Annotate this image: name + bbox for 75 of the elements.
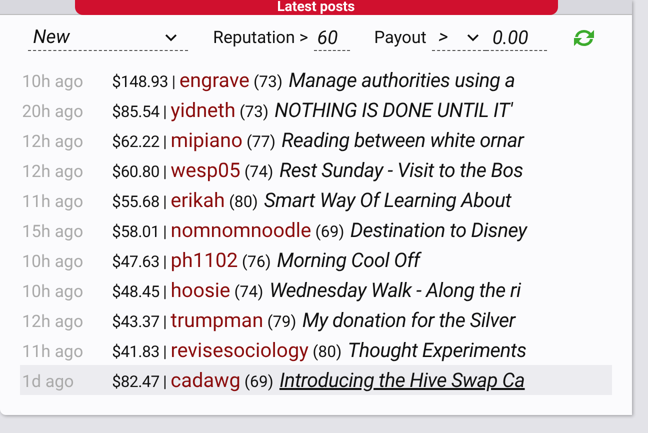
author-reputation: (77)	[246, 131, 276, 153]
chevron-down-icon	[164, 32, 178, 42]
post-payout: $60.80 |	[112, 161, 167, 183]
author-reputation: (69)	[244, 371, 274, 393]
post-title-link[interactable]: Destination to Disney	[350, 215, 527, 245]
author-link[interactable]: engrave	[179, 65, 250, 95]
author-reputation: (74)	[244, 161, 274, 183]
highlighted-row[interactable]: 1d ago $82.47 | cadawg (69) Introducing the Hive Swap Ca	[20, 365, 612, 395]
post-time: 11h ago	[22, 341, 84, 364]
post-title-link[interactable]: Thought Experiments	[348, 335, 526, 365]
post-title-link[interactable]: Manage authorities using a	[288, 65, 516, 95]
post-payout: $62.22 |	[112, 131, 167, 153]
post-row[interactable]: 11h ago $55.68 | erikah (80) Smart Way Of Learning About	[20, 185, 612, 215]
sort-dropdown[interactable]: New	[28, 25, 188, 51]
post-title-link[interactable]: Smart Way Of Learning About	[264, 185, 512, 215]
author-reputation: (69)	[315, 221, 344, 243]
post-title-link[interactable]: Wednesday Walk - Along the ri	[269, 275, 521, 305]
post-payout: $82.47 |	[112, 371, 167, 393]
payout-label: Payout	[374, 27, 426, 50]
post-row[interactable]: 12h ago $43.37 | trumpman (79) My donation for the Silver	[20, 305, 612, 335]
payout-input[interactable]: 0.00	[486, 25, 548, 51]
post-title-link[interactable]: Introducing the Hive Swap Ca	[279, 365, 525, 395]
author-link[interactable]: trumpman	[170, 305, 264, 335]
author-link[interactable]: hoosie	[170, 275, 230, 305]
author-reputation: (73)	[254, 71, 283, 93]
author-link[interactable]: erikah	[170, 185, 225, 215]
author-link[interactable]: mipiano	[170, 125, 242, 155]
author-reputation: (80)	[228, 191, 258, 213]
reputation-input[interactable]: 60	[314, 25, 350, 51]
post-payout: $58.01 |	[112, 221, 167, 243]
post-time: 12h ago	[22, 311, 84, 334]
post-row[interactable]: 12h ago $62.22 | mipiano (77) Reading between white ornar	[20, 125, 612, 155]
post-row[interactable]: 12h ago $60.80 | wesp05 (74) Rest Sunday - Visit to the Bos	[20, 155, 612, 185]
author-link[interactable]: yidneth	[170, 95, 236, 125]
post-payout: $48.45 |	[112, 281, 167, 303]
author-link[interactable]: wesp05	[170, 155, 240, 185]
reputation-label: Reputation >	[213, 27, 308, 50]
author-link[interactable]: revisesociology	[170, 335, 309, 365]
post-time: 11h ago	[22, 191, 84, 214]
post-title-link[interactable]: Morning Cool Off	[276, 245, 420, 275]
post-title-link[interactable]: Reading between white ornar	[282, 125, 524, 155]
payout-operator-dropdown[interactable]: >	[432, 25, 486, 51]
post-time: 1d ago	[22, 371, 75, 394]
author-reputation: (74)	[234, 281, 264, 303]
post-payout: $41.83 |	[112, 341, 167, 363]
chevron-down-icon	[466, 32, 480, 42]
post-time: 20h ago	[22, 101, 84, 124]
post-time: 10h ago	[22, 71, 84, 94]
post-payout: $55.68 |	[112, 191, 167, 213]
post-title-link[interactable]: Rest Sunday - Visit to the Bos	[279, 155, 524, 185]
post-title-link[interactable]: NOTHING IS DONE UNTIL IT'	[274, 95, 512, 125]
post-row[interactable]: 10h ago $47.63 | ph1102 (76) Morning Cool Off	[20, 245, 612, 275]
post-payout: $47.63 |	[112, 251, 167, 273]
post-time: 12h ago	[22, 161, 84, 184]
post-time: 10h ago	[22, 281, 84, 304]
author-reputation: (73)	[239, 101, 269, 123]
post-time: 12h ago	[22, 131, 84, 154]
post-payout: $85.54 |	[112, 101, 167, 123]
author-reputation: (76)	[242, 251, 271, 273]
post-row[interactable]: 20h ago $85.54 | yidneth (73) NOTHING IS DONE UNTIL IT'	[20, 95, 612, 125]
author-reputation: (79)	[267, 311, 296, 333]
author-link[interactable]: nomnomnoodle	[170, 215, 312, 245]
section-header: Latest posts	[74, 0, 558, 15]
post-row[interactable]: 15h ago $58.01 | nomnomnoodle (69) Destination to Disney	[20, 215, 612, 245]
post-payout: $148.93 |	[112, 71, 176, 93]
post-row[interactable]: 10h ago $148.93 | engrave (73) Manage authorities using a	[20, 65, 612, 95]
post-payout: $43.37 |	[112, 311, 167, 333]
post-row[interactable]: 11h ago $41.83 | revisesociology (80) Thought Experiments	[20, 335, 612, 365]
post-row[interactable]: 10h ago $48.45 | hoosie (74) Wednesday Walk - Along the ri	[20, 275, 612, 305]
post-time: 15h ago	[22, 221, 84, 244]
post-title-link[interactable]: My donation for the Silver	[302, 305, 516, 335]
author-reputation: (80)	[312, 341, 342, 363]
post-time: 10h ago	[22, 251, 84, 274]
author-link[interactable]: ph1102	[170, 245, 238, 275]
author-link[interactable]: cadawg	[170, 365, 240, 395]
